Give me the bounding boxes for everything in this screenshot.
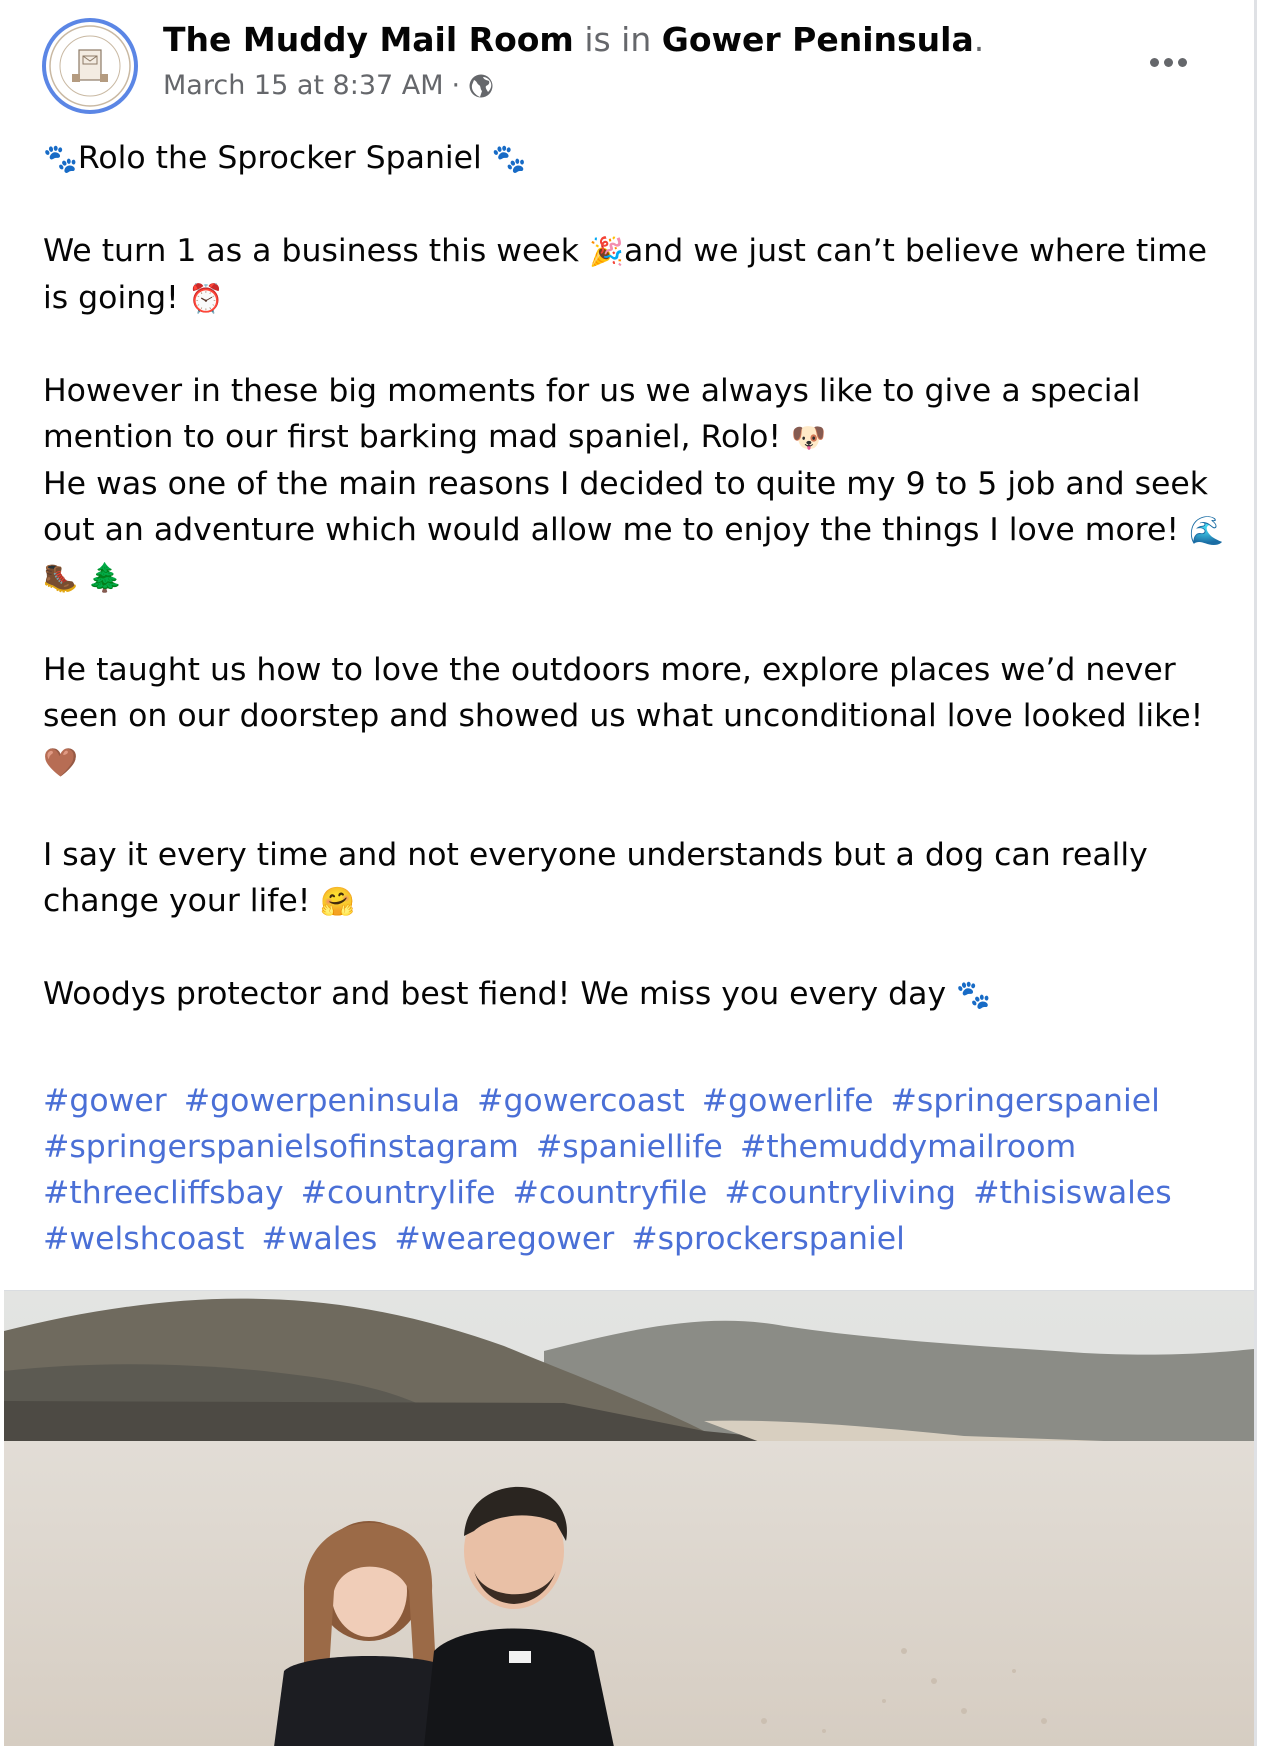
location-link[interactable]: Gower Peninsula: [662, 20, 974, 59]
hashtag-link[interactable]: #gowerpeninsula: [184, 1083, 460, 1119]
hashtag-link[interactable]: #countryliving: [724, 1175, 956, 1211]
paragraph-1: We turn 1 as a business this week 🎉and w…: [43, 228, 1228, 322]
paragraph-2-text-a: However in these big moments for us we a…: [43, 373, 1141, 455]
hashtag-link[interactable]: #themuddymailroom: [740, 1129, 1076, 1165]
more-options-icon[interactable]: [1138, 40, 1198, 84]
is-in-text: is in: [584, 20, 652, 59]
hashtag-link[interactable]: #thisiswales: [973, 1175, 1172, 1211]
hashtag-link[interactable]: #wearegower: [394, 1221, 614, 1257]
paragraph-2-text-b: He was one of the main reasons I decided…: [43, 466, 1209, 548]
boot-emoji: 🥾: [43, 561, 78, 594]
paragraph-1-text-a: We turn 1 as a business this week: [43, 233, 580, 269]
paw-emoji: 🐾: [43, 142, 78, 175]
alarm-clock-emoji: ⏰: [188, 282, 224, 315]
hashtag-link[interactable]: #gower: [43, 1083, 167, 1119]
paragraph-3-text: He taught us how to love the outdoors mo…: [43, 652, 1204, 734]
hashtag-link[interactable]: #spaniellife: [536, 1129, 723, 1165]
post-photo[interactable]: [4, 1290, 1254, 1746]
paragraph-5-text: Woodys protector and best fiend! We miss…: [43, 976, 947, 1012]
paragraph-2: However in these big moments for us we a…: [43, 368, 1228, 461]
tree-emoji: 🌲: [87, 561, 123, 594]
party-emoji: 🎉: [589, 235, 624, 268]
hashtag-link[interactable]: #springerspaniel: [891, 1083, 1160, 1119]
hashtag-link[interactable]: #wales: [261, 1221, 377, 1257]
paragraph-4-text: I say it every time and not everyone und…: [43, 837, 1148, 919]
paragraph-5: Woodys protector and best fiend! We miss…: [43, 971, 1228, 1018]
wave-emoji: 🌊: [1189, 514, 1224, 547]
brown-heart-emoji: 🤎: [43, 746, 78, 779]
hashtag-link[interactable]: #gowerlife: [702, 1083, 874, 1119]
post-title-line: 🐾Rolo the Sprocker Spaniel 🐾: [43, 135, 1228, 182]
globe-icon[interactable]: [468, 73, 494, 99]
hashtag-link[interactable]: #countryfile: [512, 1175, 707, 1211]
hashtag-link[interactable]: #threecliffsbay: [43, 1175, 284, 1211]
post-body: 🐾Rolo the Sprocker Spaniel 🐾 We turn 1 a…: [43, 135, 1228, 1018]
paw-emoji: 🐾: [956, 978, 992, 1011]
meta-separator: ·: [451, 70, 461, 101]
hashtag-link[interactable]: #springerspanielsofinstagram: [43, 1129, 519, 1165]
facebook-post: The Muddy Mail Room is in Gower Peninsul…: [0, 0, 1257, 1746]
hashtag-list: #gower #gowerpeninsula #gowercoast #gowe…: [43, 1078, 1228, 1262]
timestamp-link[interactable]: March 15 at 8:37 AM: [163, 66, 444, 106]
paragraph-3: He taught us how to love the outdoors mo…: [43, 647, 1228, 786]
beach-couple-photo: [4, 1291, 1254, 1746]
dog-emoji: 🐶: [791, 421, 826, 454]
post-title-text: Rolo the Sprocker Spaniel: [77, 140, 482, 176]
post-author-line: The Muddy Mail Room is in Gower Peninsul…: [163, 18, 984, 62]
hugging-face-emoji: 🤗: [320, 885, 356, 918]
hashtag-link[interactable]: #welshcoast: [43, 1221, 244, 1257]
hashtag-link[interactable]: #sprockerspaniel: [631, 1221, 905, 1257]
post-meta: March 15 at 8:37 AM ·: [163, 66, 494, 106]
location-suffix: .: [973, 20, 985, 59]
hashtag-link[interactable]: #countrylife: [301, 1175, 496, 1211]
mail-room-logo-icon: [49, 25, 131, 107]
hashtag-link[interactable]: #gowercoast: [477, 1083, 685, 1119]
page-avatar[interactable]: [42, 18, 138, 114]
paragraph-2b: He was one of the main reasons I decided…: [43, 461, 1228, 601]
paw-emoji: 🐾: [491, 142, 527, 175]
author-name-link[interactable]: The Muddy Mail Room: [163, 20, 574, 59]
paragraph-4: I say it every time and not everyone und…: [43, 832, 1228, 925]
